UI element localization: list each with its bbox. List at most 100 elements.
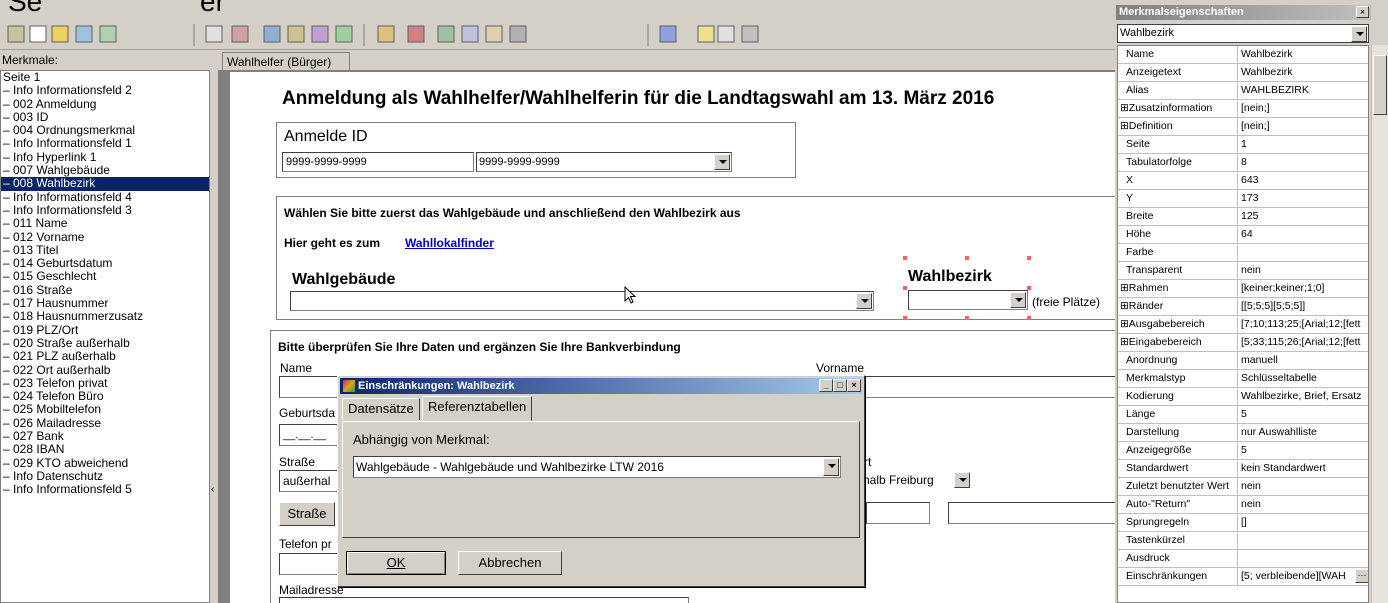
property-row[interactable]: Anzeigegröße 5 (1118, 442, 1368, 460)
property-row[interactable]: Zuletzt benutzter Wert nein (1118, 478, 1368, 496)
property-value[interactable]: Wahlbezirk (1239, 46, 1368, 63)
resize-handle[interactable] (1027, 256, 1031, 260)
tree-item[interactable]: – Info Informationsfeld 4 (1, 190, 209, 204)
tree-item[interactable]: – 015 Geschlecht (1, 270, 209, 284)
property-value[interactable] (1239, 244, 1368, 261)
property-value[interactable]: [nein;] (1239, 100, 1368, 117)
properties-scrollbar[interactable] (1371, 45, 1388, 603)
property-row[interactable]: Darstellung nur Auswahlliste (1118, 424, 1368, 442)
property-row[interactable]: ⊞Rahmen [keiner;keiner;1;0] (1118, 280, 1368, 298)
property-row[interactable]: X 643 (1118, 172, 1368, 190)
property-value[interactable]: 5 (1239, 442, 1368, 459)
tab-referenztabellen[interactable]: Referenztabellen (422, 396, 533, 421)
property-value[interactable]: 125 (1239, 208, 1368, 225)
tree-item[interactable]: – 008 Wahlbezirk (1, 177, 209, 191)
tree-item[interactable]: – Info Informationsfeld 2 (1, 83, 209, 97)
tree-item[interactable]: – 017 Hausnummer (1, 296, 209, 310)
splitter[interactable]: ‹ (210, 52, 218, 603)
property-value[interactable]: WAHLBEZIRK (1239, 82, 1368, 99)
property-value[interactable] (1239, 550, 1368, 567)
property-row[interactable]: Merkmalstyp Schlüsseltabelle (1118, 370, 1368, 388)
property-value[interactable]: 8 (1239, 154, 1368, 171)
property-value[interactable]: 643 (1239, 172, 1368, 189)
property-row[interactable]: Alias WAHLBEZIRK (1118, 82, 1368, 100)
tree-item[interactable]: – Info Datenschutz (1, 469, 209, 483)
tree-item[interactable]: – 011 Name (1, 216, 209, 230)
maximize-icon[interactable]: □ (833, 379, 847, 392)
property-row[interactable]: ⊞Zusatzinformation [nein;] (1118, 100, 1368, 118)
tree-item[interactable]: – 003 ID (1, 110, 209, 124)
property-value[interactable]: manuell (1239, 352, 1368, 369)
property-row[interactable]: Breite 125 (1118, 208, 1368, 226)
tree-item[interactable]: – 018 Hausnummerzusatz (1, 310, 209, 324)
chevron-down-icon[interactable] (714, 154, 730, 170)
tree-item[interactable]: Seite 1 (1, 71, 209, 84)
property-object-select[interactable]: Wahlbezirk (1117, 24, 1369, 43)
cancel-button[interactable]: Abbrechen (458, 551, 562, 575)
close-icon[interactable]: × (1356, 6, 1369, 18)
property-row[interactable]: Höhe 64 (1118, 226, 1368, 244)
tree-item[interactable]: – 012 Vorname (1, 230, 209, 244)
tree-item[interactable]: – Info Informationsfeld 1 (1, 137, 209, 151)
resize-handle[interactable] (1027, 316, 1031, 320)
property-value[interactable]: [7;10;113;25;[Arial;12;[fett (1239, 316, 1368, 333)
property-value[interactable]: nein (1239, 262, 1368, 279)
property-row[interactable]: Anordnung manuell (1118, 352, 1368, 370)
tree-item[interactable]: – Info Hyperlink 1 (1, 150, 209, 164)
tab-wahlhelfer[interactable]: Wahlhelfer (Bürger) (222, 52, 350, 70)
tree-item[interactable]: – 013 Titel (1, 243, 209, 257)
mailadresse-field[interactable] (279, 597, 689, 603)
property-row[interactable]: Sprungregeln[] (1118, 514, 1368, 532)
tree-item[interactable]: – 029 KTO abweichend (1, 456, 209, 470)
property-value[interactable]: 5 (1239, 406, 1368, 423)
property-row[interactable]: Anzeigetext Wahlbezirk (1118, 64, 1368, 82)
properties-grid[interactable]: Name Wahlbezirk Anzeigetext Wahlbezirk Alias… (1117, 45, 1369, 603)
anmelde-id-field-1[interactable]: 9999-9999-9999 (282, 152, 474, 172)
hausnummer-field[interactable] (866, 502, 930, 524)
hausnummer-zusatz-field[interactable] (948, 502, 1115, 524)
einschraenkungen-dialog[interactable]: Einschränkungen: Wahlbezirk _ □ × Datens… (337, 375, 865, 587)
resize-handle[interactable] (965, 316, 969, 320)
property-value[interactable]: [5;33;115;26;[Arial;12;[fett (1239, 334, 1368, 351)
property-value[interactable]: Wahlbezirke, Brief, Ersatz (1239, 388, 1368, 405)
property-row[interactable]: Ausdruck (1118, 550, 1368, 568)
property-value[interactable]: [] (1239, 514, 1368, 531)
tree-item[interactable]: – 004 Ordnungsmerkmal (1, 123, 209, 137)
chevron-down-icon[interactable] (856, 293, 872, 309)
tree-item[interactable]: – 023 Telefon privat (1, 376, 209, 390)
property-row[interactable]: ⊞Eingabebereich [5;33;115;26;[Arial;12;[f… (1118, 334, 1368, 352)
tree-item[interactable]: – 026 Mailadresse (1, 416, 209, 430)
property-row[interactable]: Einschränkungen [5; verbleibende][WAH ··· (1118, 568, 1368, 586)
chevron-down-icon[interactable] (954, 472, 970, 488)
depends-select[interactable]: Wahlgebäude - Wahlgebäude und Wahlbezirk… (353, 456, 841, 478)
property-value[interactable]: 64 (1239, 226, 1368, 243)
strasse-button[interactable]: Straße (279, 502, 335, 526)
property-value[interactable]: [5; verbleibende][WAH (1239, 568, 1368, 585)
dialog-titlebar[interactable]: Einschränkungen: Wahlbezirk _ □ × (340, 378, 862, 394)
tree-item[interactable]: – 016 Straße (1, 283, 209, 297)
object-dropdown[interactable] (1350, 25, 1368, 42)
property-row[interactable]: Y 173 (1118, 190, 1368, 208)
ellipsis-button[interactable]: ··· (1355, 569, 1368, 583)
tree-item[interactable]: – 014 Geburtsdatum (1, 256, 209, 270)
resize-handle[interactable] (1027, 286, 1031, 290)
tree-item[interactable]: – Info Informationsfeld 5 (1, 482, 209, 496)
tree-item[interactable]: – 027 Bank (1, 429, 209, 443)
ok-button[interactable]: OK (346, 551, 446, 575)
property-row[interactable]: ⊞Ausgabebereich [7;10;113;25;[Arial;12;[f… (1118, 316, 1368, 334)
scroll-thumb[interactable] (1373, 55, 1387, 115)
wahllokalfinder-link[interactable]: Wahllokalfinder (405, 236, 494, 250)
property-row[interactable]: Seite 1 (1118, 136, 1368, 154)
property-value[interactable]: 1 (1239, 136, 1368, 153)
property-value[interactable]: [nein;] (1239, 118, 1368, 135)
resize-handle[interactable] (903, 286, 907, 290)
property-row[interactable]: Standardwert kein Standardwert (1118, 460, 1368, 478)
property-row[interactable]: Auto-"Return" nein (1118, 496, 1368, 514)
chevron-down-icon[interactable] (1351, 26, 1367, 42)
property-value[interactable]: [[5;5;5][5;5;5]] (1239, 298, 1368, 315)
property-value[interactable]: Wahlbezirk (1239, 64, 1368, 81)
tree-item[interactable]: – Info Informationsfeld 3 (1, 203, 209, 217)
property-row[interactable]: Kodierung Wahlbezirke, Brief, Ersatz (1118, 388, 1368, 406)
wahlgebaeude-select[interactable] (290, 291, 874, 311)
resize-handle[interactable] (965, 256, 969, 260)
